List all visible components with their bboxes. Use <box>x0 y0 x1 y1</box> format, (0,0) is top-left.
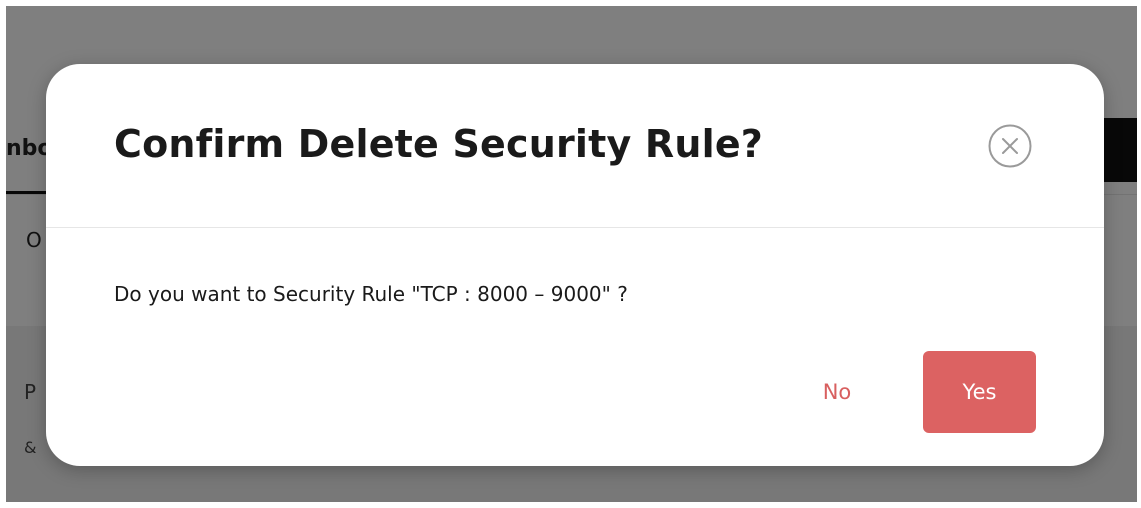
dialog-divider <box>46 227 1104 228</box>
close-circle-icon <box>988 124 1032 168</box>
dialog-title: Confirm Delete Security Rule? <box>114 122 764 166</box>
close-button[interactable] <box>988 124 1032 168</box>
dialog-message: Do you want to Security Rule "TCP : 8000… <box>114 282 628 306</box>
confirm-delete-dialog: Confirm Delete Security Rule? Do you wan… <box>46 64 1104 466</box>
yes-button[interactable]: Yes <box>923 351 1036 433</box>
no-button[interactable]: No <box>802 351 872 433</box>
screen: nbo O P & Confirm Delete Security Rule? … <box>0 0 1141 508</box>
